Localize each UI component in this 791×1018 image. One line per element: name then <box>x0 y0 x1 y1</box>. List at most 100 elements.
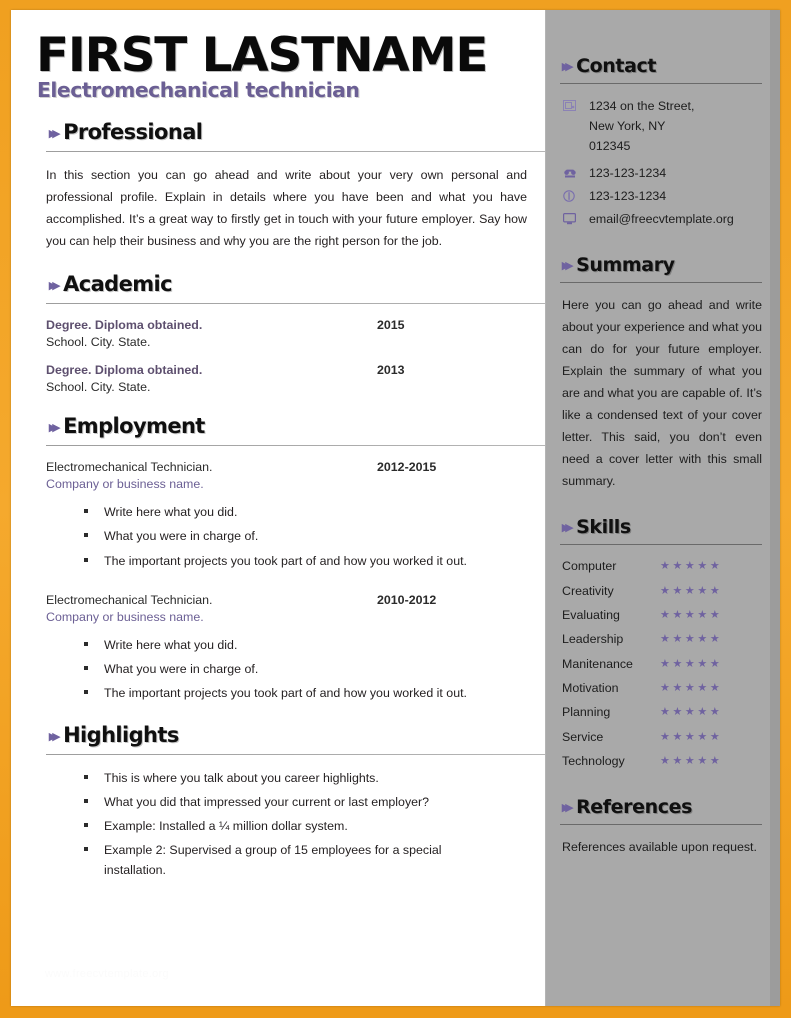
list-item: What you were in charge of. <box>84 526 527 546</box>
main-column: FIRST LASTNAME Electromechanical technic… <box>11 10 545 1006</box>
chevron-double-right-icon: ▸▸ <box>562 58 573 75</box>
section-divider <box>46 753 545 755</box>
skill-name: Computer <box>562 559 617 574</box>
academic-date: 2013 <box>377 363 405 378</box>
list-item: Write here what you did. <box>84 635 527 655</box>
sidebar-section-skills: ▸▸ Skills Computer ★★★★★ Creativity ★★★★★ Ev… <box>560 518 762 772</box>
email-monitor-icon <box>563 209 589 225</box>
section-title-employment: Employment <box>63 414 205 439</box>
skill-name: Motivation <box>562 680 619 695</box>
skill-rating-stars: ★★★★★ <box>660 706 723 719</box>
section-divider <box>46 303 545 305</box>
employment-bullets: Write here what you did. What you were i… <box>36 502 527 570</box>
employment-date: 2010-2012 <box>377 592 437 607</box>
section-header-skills: ▸▸ Skills <box>562 518 762 537</box>
skill-name: Evaluating <box>562 607 620 622</box>
section-title-skills: Skills <box>576 516 631 539</box>
academic-degree: Degree. Diploma obtained. <box>46 318 203 333</box>
section-title-academic: Academic <box>63 272 172 297</box>
list-item: What you did that impressed your current… <box>84 792 527 812</box>
section-divider <box>560 824 762 826</box>
skill-rating-stars: ★★★★★ <box>660 755 723 768</box>
section-title-summary: Summary <box>576 253 675 276</box>
summary-paragraph: Here you can go ahead and write about yo… <box>562 297 762 489</box>
skill-rating-stars: ★★★★★ <box>660 657 723 670</box>
page-orange-frame: FIRST LASTNAME Electromechanical technic… <box>0 0 791 1018</box>
list-item: The important projects you took part of … <box>84 683 527 703</box>
skill-row: Planning ★★★★★ <box>562 702 762 723</box>
contact-mobile: 123-123-1234 <box>589 189 667 204</box>
mobile-phone-icon <box>563 186 589 203</box>
references-text: References available upon request. <box>562 840 757 855</box>
skill-name: Service <box>562 729 604 744</box>
address-line-2: New York, NY <box>589 119 666 134</box>
employment-entry: Electromechanical Technician. 2010-2012 … <box>46 593 527 624</box>
academic-entry: Degree. Diploma obtained. 2015 School. C… <box>46 318 527 349</box>
skills-list: Computer ★★★★★ Creativity ★★★★★ Evaluating ★★… <box>562 556 762 772</box>
chevron-double-right-icon: ▸▸ <box>49 727 60 745</box>
section-title-contact: Contact <box>576 55 657 77</box>
employment-date: 2012-2015 <box>377 460 437 475</box>
skill-rating-stars: ★★★★★ <box>660 730 723 743</box>
skill-rating-stars: ★★★★★ <box>660 560 723 573</box>
section-title-references: References <box>576 796 692 819</box>
skill-row: Leadership ★★★★★ <box>562 629 762 650</box>
skill-name: Planning <box>562 705 611 720</box>
section-divider <box>46 151 545 153</box>
skill-name: Technology <box>562 753 625 768</box>
skill-rating-stars: ★★★★★ <box>660 633 723 646</box>
skill-rating-stars: ★★★★★ <box>660 609 723 622</box>
skill-name: Manitenance <box>562 656 633 671</box>
section-divider <box>560 83 762 84</box>
section-header-highlights: ▸▸ Highlights <box>49 722 527 747</box>
skill-row: Evaluating ★★★★★ <box>562 605 762 626</box>
highlights-bullets: This is where you talk about you career … <box>36 768 527 880</box>
skill-row: Motivation ★★★★★ <box>562 678 762 699</box>
skill-row: Manitenance ★★★★★ <box>562 654 762 675</box>
section-divider <box>560 544 762 546</box>
section-title-highlights: Highlights <box>63 722 179 747</box>
sidebar-section-contact: ▸▸ Contact 1234 on the Street, New York,… <box>560 57 762 230</box>
contact-list: 1234 on the Street, New York, NY 012345 <box>563 96 762 230</box>
chevron-double-right-icon: ▸▸ <box>562 519 573 537</box>
contact-address: 1234 on the Street, New York, NY 012345 <box>589 96 694 156</box>
chevron-double-right-icon: ▸▸ <box>49 419 60 437</box>
skill-name: Leadership <box>562 632 624 647</box>
list-item: What you were in charge of. <box>84 659 527 679</box>
page-title: FIRST LASTNAME <box>36 28 488 83</box>
section-divider <box>560 281 762 283</box>
chevron-double-right-icon: ▸▸ <box>49 277 60 295</box>
employment-entry: Electromechanical Technician. 2012-2015 … <box>46 460 527 491</box>
academic-date: 2015 <box>377 318 405 333</box>
employment-company: Company or business name. <box>46 477 204 492</box>
academic-school: School. City. State. <box>46 335 151 350</box>
resume-sheet: FIRST LASTNAME Electromechanical technic… <box>11 10 780 1006</box>
skill-row: Technology ★★★★★ <box>562 751 762 772</box>
section-header-academic: ▸▸ Academic <box>49 274 527 295</box>
section-header-employment: ▸▸ Employment <box>49 416 527 437</box>
section-title-professional: Professional <box>63 120 203 145</box>
contact-row-address: 1234 on the Street, New York, NY 012345 <box>563 96 762 156</box>
skill-row: Computer ★★★★★ <box>562 556 762 577</box>
sidebar-section-references: ▸▸ References References available upon … <box>560 798 762 858</box>
watermark: www.freecvtemplate.org <box>45 968 169 980</box>
section-header-professional: ▸▸ Professional <box>49 122 527 143</box>
contact-phone: 123-123-1234 <box>589 166 667 181</box>
contact-row-telephone: 123-123-1234 <box>563 163 762 183</box>
address-line-1: 1234 on the Street, <box>589 99 695 113</box>
list-item: Example: Installed a ¼ million dollar sy… <box>84 816 527 836</box>
contact-row-email: email@freecvtemplate.org <box>563 209 762 229</box>
section-header-references: ▸▸ References <box>562 798 762 817</box>
list-item: Write here what you did. <box>84 502 527 522</box>
chevron-double-right-icon: ▸▸ <box>562 799 573 817</box>
chevron-double-right-icon: ▸▸ <box>49 125 60 143</box>
academic-degree: Degree. Diploma obtained. <box>46 363 203 378</box>
sidebar-column: ▸▸ Contact 1234 on the Street, New York,… <box>545 10 780 1006</box>
job-subtitle: Electromechanical technician <box>37 78 360 103</box>
employment-job-title: Electromechanical Technician. <box>46 592 213 607</box>
chevron-double-right-icon: ▸▸ <box>562 256 573 274</box>
professional-paragraph: In this section you can go ahead and wri… <box>46 168 527 249</box>
section-header-contact: ▸▸ Contact <box>562 57 762 76</box>
skill-rating-stars: ★★★★★ <box>660 584 723 597</box>
employment-company: Company or business name. <box>46 609 204 624</box>
